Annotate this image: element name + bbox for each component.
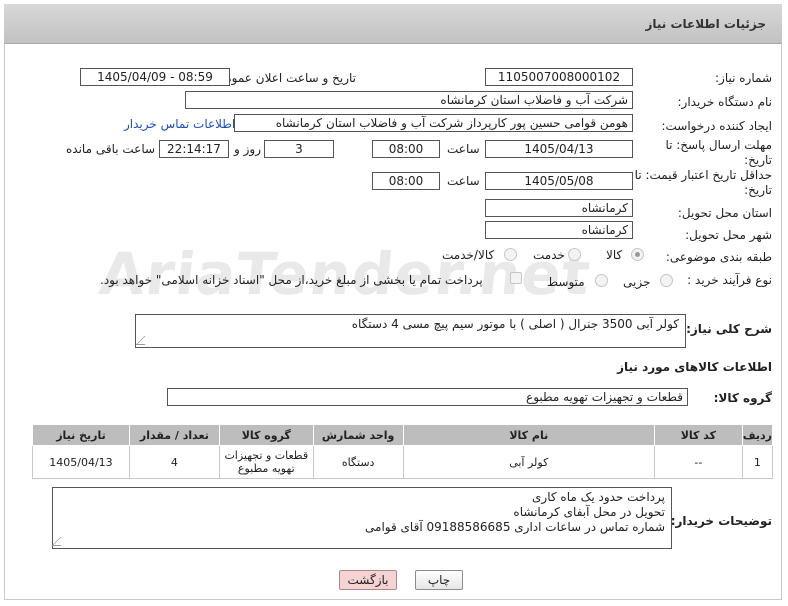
goods-section-title: اطلاعات کالاهای مورد نیاز [617, 360, 772, 374]
goods-table: ردیف کد کالا نام کالا واحد شمارش گروه کا… [32, 424, 774, 479]
buyer-notes-line: شماره تماس در ساعات اداری 09188586685 آق… [365, 520, 665, 534]
table-row: 1 -- کولر آبی دستگاه قطعات و تجهیزات تهو… [32, 445, 774, 479]
process-radio-medium[interactable] [595, 274, 608, 287]
category-radio-goods-service[interactable] [504, 248, 517, 261]
col-header-goods-code: کد کالا [653, 424, 743, 446]
creator-label: ایجاد کننده درخواست: [661, 119, 772, 133]
need-description-text: کولر آبی 3500 جنرال ( اصلی ) با موتور سی… [351, 317, 679, 331]
col-header-goods-group: گروه کالا [218, 424, 314, 446]
category-label: طبقه بندی موضوعی: [665, 250, 772, 264]
deadline-label: مهلت ارسال پاسخ: تا تاریخ: [665, 138, 772, 167]
process-radio-minor[interactable] [660, 274, 673, 287]
cell-need-date: 1405/04/13 [32, 445, 130, 479]
cell-goods-name: کولر آبی [402, 445, 655, 479]
cell-goods-code: -- [653, 445, 743, 479]
price-validity-time-field: 08:00 [372, 172, 440, 190]
treasury-payment-note: پرداخت تمام یا بخشی از مبلغ خرید،از محل … [100, 273, 483, 287]
remaining-time-label: ساعت باقی مانده [66, 142, 156, 156]
cell-unit: دستگاه [312, 445, 404, 479]
city-label: شهر محل تحویل: [685, 228, 772, 242]
creator-field: هومن قوامی حسین پور کارپرداز شرکت آب و ف… [234, 114, 633, 132]
days-field: 3 [264, 140, 334, 158]
category-radio-service[interactable] [568, 248, 581, 261]
category-option-goods-service: کالا/خدمت [442, 248, 495, 262]
print-button[interactable]: چاپ [415, 570, 463, 590]
col-header-unit: واحد شمارش [312, 424, 404, 446]
buyer-notes-field[interactable]: پرداخت حدود یک ماه کاری تحویل در محل آبف… [52, 487, 672, 549]
buyer-notes-line: تحویل در محل آبفای کرمانشاه [513, 505, 665, 519]
contact-info-link[interactable]: اطلاعات تماس خریدار [124, 117, 235, 131]
need-number-field: 1105007008000102 [485, 68, 633, 86]
deadline-date-field: 1405/04/13 [485, 140, 633, 158]
process-option-medium: متوسط [547, 275, 585, 289]
process-type-label: نوع فرآیند خرید : [687, 273, 772, 287]
col-header-row-number: ردیف [741, 424, 774, 446]
treasury-payment-checkbox[interactable] [510, 272, 522, 284]
process-option-minor: جزیی [623, 275, 651, 289]
province-label: استان محل تحویل: [677, 206, 772, 220]
days-label: روز و [234, 142, 261, 156]
page-title: جزئیات اطلاعات نیاز [645, 17, 766, 31]
category-radio-goods[interactable] [631, 248, 644, 261]
remaining-time-field: 22:14:17 [159, 140, 229, 158]
cell-row-number: 1 [741, 445, 774, 479]
deadline-time-label: ساعت [447, 142, 480, 156]
col-header-quantity: تعداد / مقدار [128, 424, 220, 446]
buyer-notes-line: پرداخت حدود یک ماه کاری [532, 490, 665, 504]
city-field: کرمانشاه [485, 221, 633, 239]
category-option-service: خدمت [533, 248, 565, 262]
price-validity-date-field: 1405/05/08 [485, 172, 633, 190]
deadline-time-field: 08:00 [372, 140, 440, 158]
announce-label: تاریخ و ساعت اعلان عمومی: [211, 71, 356, 85]
buyer-notes-label: توضیحات خریدار: [670, 514, 772, 528]
goods-group-label: گروه کالا: [713, 391, 772, 405]
back-button[interactable]: بازگشت [339, 570, 397, 590]
announce-field: 1405/04/09 - 08:59 [80, 68, 230, 86]
price-validity-label: حداقل تاریخ اعتبار قیمت: تا تاریخ: [634, 168, 772, 197]
price-validity-time-label: ساعت [447, 174, 480, 188]
province-field: کرمانشاه [485, 199, 633, 217]
cell-goods-group: قطعات و تجهیزات تهویه مطبوع [218, 445, 314, 479]
buyer-org-label: نام دستگاه خریدار: [677, 95, 773, 109]
cell-quantity: 4 [128, 445, 220, 479]
need-description-label: شرح کلی نیاز: [686, 322, 772, 336]
need-number-label: شماره نیاز: [715, 71, 772, 85]
goods-group-field: قطعات و تجهیزات تهویه مطبوع [167, 388, 688, 406]
buyer-org-field: شرکت آب و فاضلاب استان کرمانشاه [185, 91, 633, 109]
col-header-goods-name: نام کالا [402, 424, 655, 446]
category-option-goods: کالا [606, 248, 623, 262]
table-header-row: ردیف کد کالا نام کالا واحد شمارش گروه کا… [32, 424, 774, 446]
need-description-field[interactable]: کولر آبی 3500 جنرال ( اصلی ) با موتور سی… [135, 314, 686, 348]
col-header-need-date: تاریخ نیاز [32, 424, 130, 446]
